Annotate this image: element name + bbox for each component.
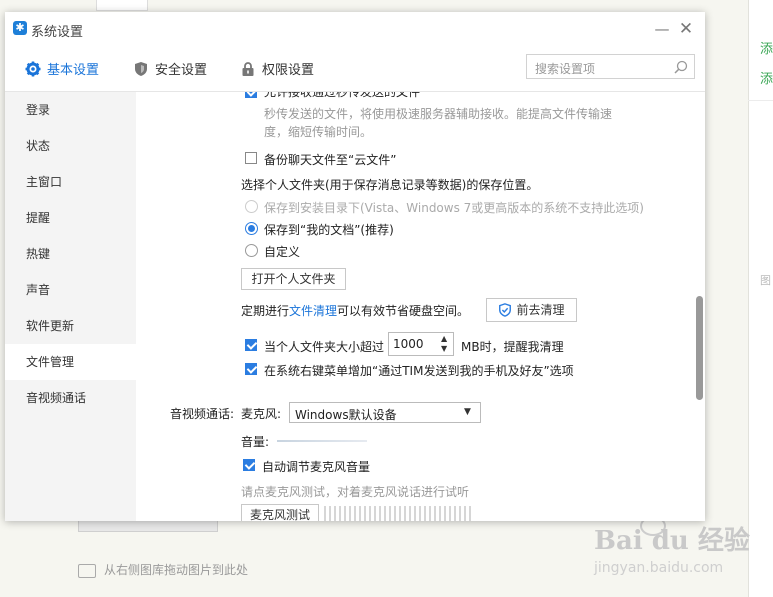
tab-basic-settings[interactable]: 基本设置	[25, 59, 99, 78]
sidebar-item-hotkeys[interactable]: 热键	[5, 236, 136, 272]
cleanup-text: 定期进行文件清理可以有效节省硬盘空间。	[241, 302, 469, 319]
cleanup-prefix: 定期进行	[241, 304, 290, 318]
close-button[interactable]: ✕	[677, 20, 695, 38]
mic-test-hint: 请点麦克风测试，对着麦克风说话进行试听	[241, 485, 470, 499]
radio-my-documents-label: 保存到“我的文档”(推荐)	[264, 223, 394, 237]
watermark: Bai du 经验	[594, 526, 750, 556]
sidebar-item-sound[interactable]: 声音	[5, 272, 136, 308]
title-bar: ✱ 系统设置 — ✕	[5, 12, 705, 48]
settings-window: ✱ 系统设置 — ✕ 基本设置 安全设置 权限设置 搜索设置项 登录 状态 主窗…	[5, 12, 705, 521]
folder-location-prompt: 选择个人文件夹(用于保存消息记录等数据)的保存位置。	[241, 178, 539, 192]
chevron-down-icon: ▼	[464, 407, 471, 417]
volume-label: 音量:	[241, 435, 270, 449]
radio-install-dir-label: 保存到安装目录下(Vista、Windows 7或更高版本的系统不支持此选项)	[264, 201, 644, 215]
tab-basic-label: 基本设置	[47, 63, 100, 78]
radio-custom-label: 自定义	[264, 245, 301, 259]
background-divider	[748, 100, 773, 101]
background-right-panel	[748, 0, 773, 597]
sidebar-item-reminders[interactable]: 提醒	[5, 200, 136, 236]
sidebar-item-av-call[interactable]: 音视频通话	[5, 380, 136, 416]
settings-sidebar: 登录 状态 主窗口 提醒 热键 声音 软件更新 文件管理 音视频通话	[5, 92, 136, 521]
lock-icon	[242, 62, 254, 76]
watermark-sub: jingyan.baidu.com	[594, 560, 724, 576]
stepper-up-icon[interactable]: ▲	[441, 334, 447, 343]
radio-my-documents[interactable]	[245, 222, 258, 235]
window-title: 系统设置	[31, 25, 84, 40]
size-limit-stepper[interactable]: 1000 ▲ ▼	[388, 332, 454, 356]
go-cleanup-label: 前去清理	[516, 303, 565, 317]
radio-install-dir	[245, 200, 258, 213]
context-menu-checkbox[interactable]	[245, 363, 257, 375]
volume-bar	[277, 440, 367, 442]
file-cleanup-link[interactable]: 文件清理	[289, 304, 337, 318]
sidebar-item-login[interactable]: 登录	[5, 92, 136, 128]
mic-select[interactable]: Windows默认设备 ▼	[289, 402, 481, 423]
tab-security-settings[interactable]: 安全设置	[133, 59, 207, 78]
quick-send-desc-1: 秒传发送的文件，将使用极速服务器辅助接收。能提高文件传输速	[264, 107, 613, 121]
sidebar-item-file-management[interactable]: 文件管理	[5, 344, 136, 380]
auto-adjust-mic-checkbox[interactable]	[243, 459, 255, 471]
background-drop-hint: 从右侧图库拖动图片到此处	[78, 561, 248, 578]
background-tab	[96, 0, 148, 11]
av-section-label: 音视频通话:	[170, 407, 235, 421]
settings-content: 允许接收通过秒传发送的文件 秒传发送的文件，将使用极速服务器辅助接收。能提高文件…	[136, 92, 705, 521]
settings-nav: 基本设置 安全设置 权限设置 搜索设置项	[5, 48, 705, 92]
sidebar-item-main-window[interactable]: 主窗口	[5, 164, 136, 200]
size-limit-checkbox[interactable]	[245, 339, 257, 351]
backup-cloud-checkbox[interactable]	[245, 152, 257, 164]
mic-label: 麦克风:	[241, 407, 282, 421]
size-limit-value: 1000	[393, 337, 424, 351]
cleanup-suffix: 可以有效节省硬盘空间。	[337, 304, 470, 318]
tab-permission-label: 权限设置	[262, 63, 315, 78]
background-hint-text: 从右侧图库拖动图片到此处	[104, 563, 249, 577]
go-cleanup-button[interactable]: 前去清理	[486, 298, 577, 322]
shield-icon	[499, 303, 512, 317]
allow-quick-send-label: 允许接收通过秒传发送的文件	[264, 92, 421, 99]
background-text-1: 添	[760, 42, 773, 57]
radio-custom[interactable]	[245, 244, 258, 257]
allow-quick-send-checkbox[interactable]	[245, 92, 257, 98]
mic-selected-value: Windows默认设备	[295, 408, 397, 422]
tab-security-label: 安全设置	[155, 63, 208, 78]
app-logo-icon: ✱	[13, 21, 27, 35]
gear-icon	[25, 61, 41, 77]
backup-cloud-label: 备份聊天文件至“云文件”	[264, 153, 397, 167]
context-menu-label: 在系统右键菜单增加“通过TIM发送到我的手机及好友”选项	[264, 364, 574, 378]
sidebar-item-status[interactable]: 状态	[5, 128, 136, 164]
image-icon	[78, 563, 96, 578]
open-personal-folder-button[interactable]: 打开个人文件夹	[241, 268, 346, 290]
background-text-2: 添	[760, 72, 773, 87]
settings-search-input[interactable]: 搜索设置项	[526, 54, 695, 79]
background-text-3: 图	[760, 274, 771, 287]
quick-send-desc-2: 度，缩短传输时间。	[264, 125, 373, 139]
minimize-button[interactable]: —	[653, 20, 671, 38]
size-limit-prefix: 当个人文件夹大小超过	[264, 340, 385, 354]
shield-icon	[135, 62, 147, 76]
stepper-down-icon[interactable]: ▼	[441, 344, 447, 353]
auto-adjust-mic-label: 自动调节麦克风音量	[262, 460, 371, 474]
mic-test-button[interactable]: 麦克风测试	[241, 504, 319, 521]
mic-level-meter	[324, 506, 474, 521]
search-placeholder: 搜索设置项	[535, 62, 596, 76]
content-scrollbar[interactable]	[696, 296, 703, 400]
search-icon[interactable]	[674, 60, 688, 74]
sidebar-item-software-update[interactable]: 软件更新	[5, 308, 136, 344]
tab-permission-settings[interactable]: 权限设置	[240, 59, 314, 78]
size-limit-suffix: MB时，提醒我清理	[461, 340, 564, 354]
